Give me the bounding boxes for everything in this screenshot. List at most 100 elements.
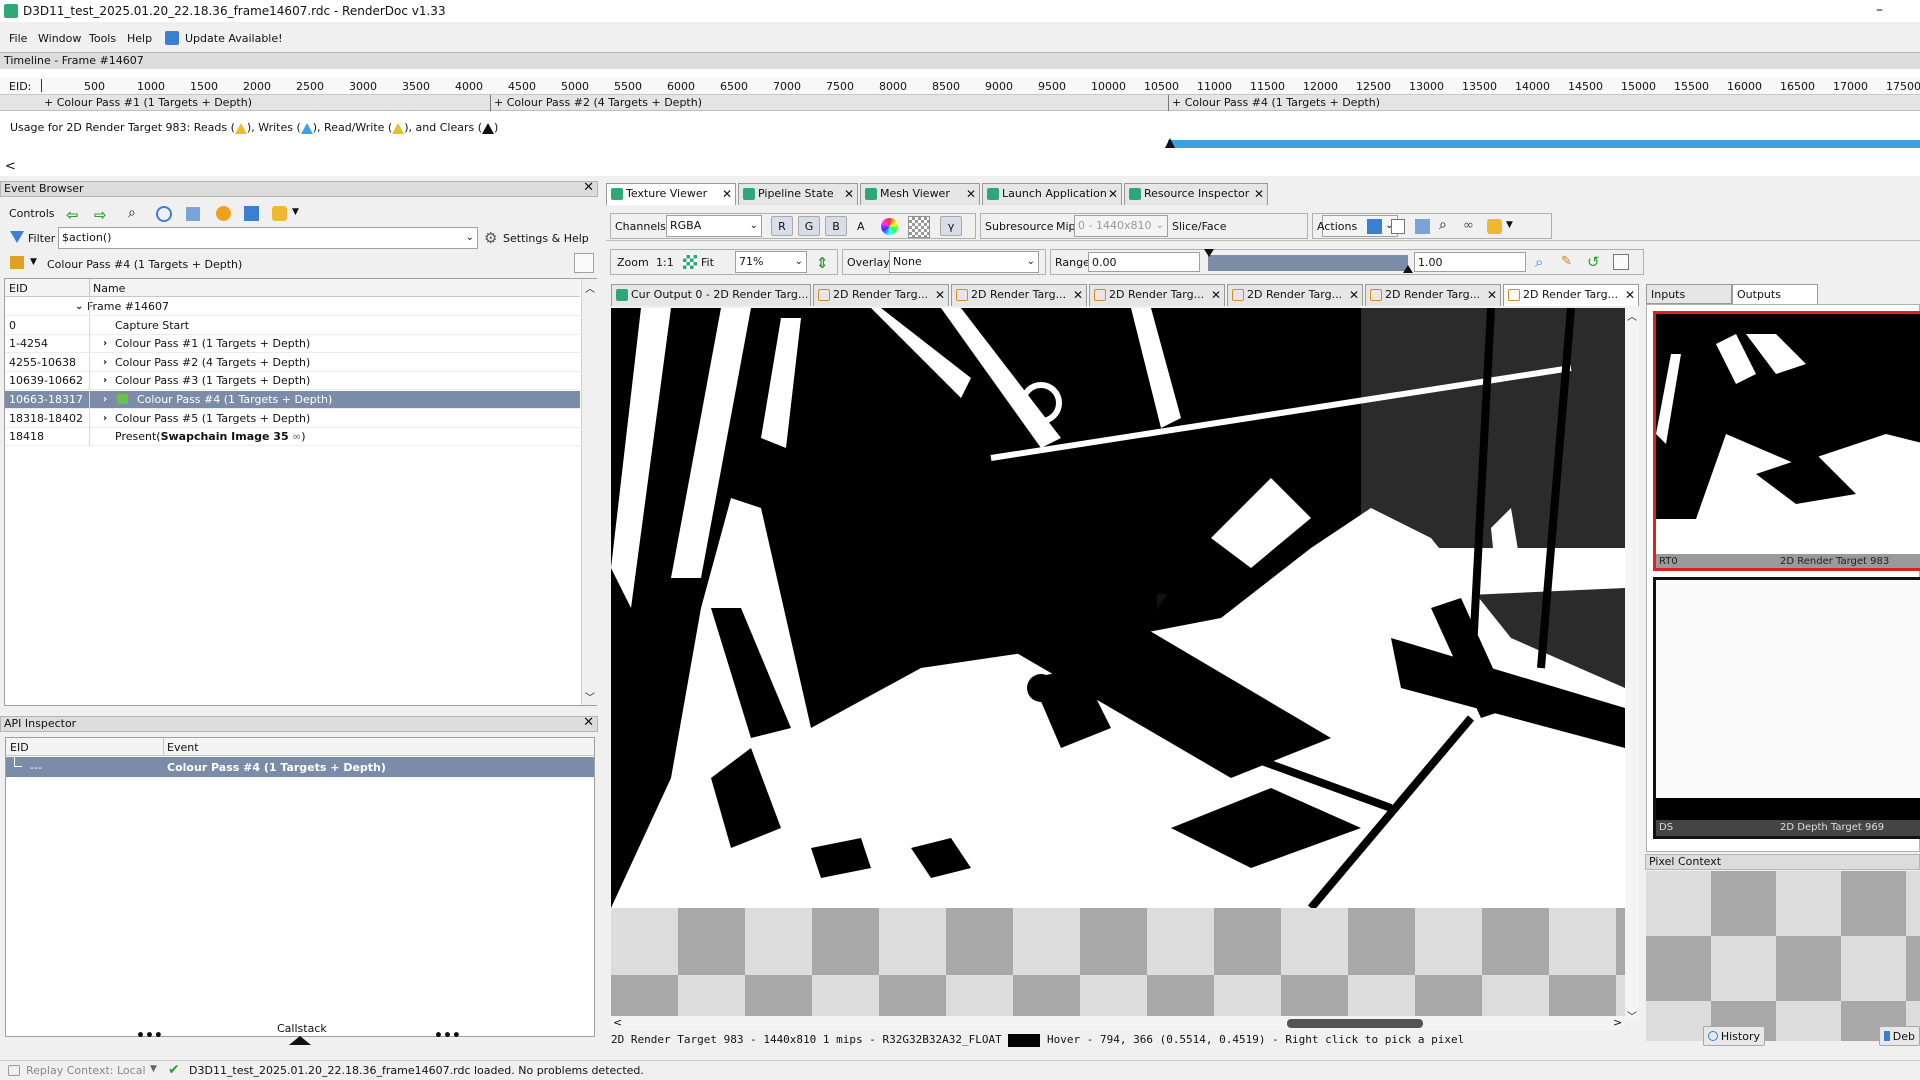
render-target-image[interactable] <box>611 308 1625 1022</box>
column-eid[interactable]: EID <box>10 741 29 754</box>
texture-vscrollbar[interactable]: ︿ ﹀ <box>1625 308 1639 1023</box>
scroll-right-icon[interactable]: > <box>1613 1016 1622 1029</box>
history-button[interactable]: History <box>1703 1026 1765 1046</box>
binoculars-icon[interactable]: ⌕ <box>1439 217 1447 233</box>
chevron-down-icon[interactable]: ▼ <box>150 1064 157 1074</box>
chart-icon[interactable] <box>186 207 200 221</box>
close-icon[interactable]: ✕ <box>966 184 976 204</box>
table-row[interactable]: 4255-10638 › Colour Pass #2 (4 Targets + D… <box>5 353 580 372</box>
settings-star-icon[interactable] <box>272 206 287 221</box>
tab-render-target[interactable]: 2D Render Targ... ✕ <box>951 284 1087 306</box>
output-thumbnail-ds[interactable]: DS 2D Depth Target 969 <box>1653 577 1920 839</box>
chevron-right-icon[interactable]: › <box>103 372 107 390</box>
link-icon[interactable]: ∞ <box>1463 218 1474 233</box>
more-right-button[interactable]: ••• <box>434 1028 461 1044</box>
tab-inputs[interactable]: Inputs <box>1646 284 1732 304</box>
settings-help-button[interactable]: Settings & Help <box>503 232 589 245</box>
usage-bar[interactable] <box>1168 140 1920 148</box>
flip-icon[interactable]: ⇕ <box>816 254 829 272</box>
scroll-left-icon[interactable]: < <box>613 1016 622 1029</box>
autofit-icon[interactable]: ✎ <box>1561 254 1572 269</box>
copy-icon[interactable] <box>1391 219 1405 234</box>
checkerboard-icon[interactable] <box>908 216 930 238</box>
range-slider[interactable] <box>1204 249 1413 273</box>
range-handle-max[interactable] <box>1403 265 1413 273</box>
column-name[interactable]: Name <box>93 282 125 295</box>
scroll-up-icon[interactable]: ︿ <box>585 280 595 295</box>
alpha-channel-toggle[interactable]: A <box>857 220 865 233</box>
tab-outputs[interactable]: Outputs <box>1732 284 1818 304</box>
tab-render-target[interactable]: 2D Render Targ... ✕ <box>813 284 949 306</box>
vertical-scrollbar[interactable]: ︿ ﹀ <box>581 279 597 705</box>
close-icon[interactable]: ✕ <box>1487 285 1497 305</box>
minimize-icon[interactable]: – <box>1876 2 1883 18</box>
debug-button[interactable]: Deb <box>1879 1026 1920 1046</box>
close-icon[interactable]: ✕ <box>1108 184 1118 204</box>
tab-render-target[interactable]: 2D Render Targ... ✕ <box>1503 284 1639 306</box>
fit-button[interactable]: Fit <box>701 256 714 269</box>
close-icon[interactable]: ✕ <box>583 181 594 195</box>
close-icon[interactable]: ✕ <box>1073 285 1083 305</box>
chevron-down-icon[interactable]: ▼ <box>292 207 299 217</box>
red-channel-toggle[interactable]: R <box>771 216 793 236</box>
close-icon[interactable]: ✕ <box>722 184 732 204</box>
table-row[interactable]: 18418 Present(Swapchain Image 35 ∞) <box>5 428 580 447</box>
timeline-ruler[interactable]: EID: 500 1000 1500 2000 2500 3000 3500 4000 4500… <box>0 77 1920 95</box>
more-left-button[interactable]: ••• <box>136 1028 163 1044</box>
clock-icon[interactable] <box>156 206 172 222</box>
table-row[interactable]: 1-4254 › Colour Pass #1 (1 Targets + Depth… <box>5 335 580 354</box>
update-available-link[interactable]: Update Available! <box>185 32 283 45</box>
edit-icon[interactable] <box>574 253 594 273</box>
chevron-down-icon[interactable]: ⌄ <box>466 228 474 248</box>
tab-launch-application[interactable]: Launch Application ✕ <box>982 183 1122 205</box>
tab-mesh-viewer[interactable]: Mesh Viewer ✕ <box>860 183 980 205</box>
filter-input[interactable]: $action() ⌄ <box>58 227 478 249</box>
timeline-pass-1[interactable]: + Colour Pass #1 (1 Targets + Depth) <box>44 96 252 109</box>
link-icon[interactable]: ∞ <box>289 430 301 443</box>
timeline-pass-2[interactable]: + Colour Pass #2 (4 Targets + Depth) <box>494 96 702 109</box>
zoom-select[interactable]: 71% ⌄ <box>735 251 807 273</box>
timeline-scroll-left[interactable]: < <box>5 159 16 174</box>
column-event[interactable]: Event <box>167 741 199 754</box>
table-row[interactable]: ⌄ Frame #14607 <box>5 298 580 316</box>
histogram-icon[interactable] <box>1613 254 1629 270</box>
close-icon[interactable]: ✕ <box>935 285 945 305</box>
close-icon[interactable]: ✕ <box>1625 285 1635 305</box>
timeline-pass-4[interactable]: + Colour Pass #4 (1 Targets + Depth) <box>1172 96 1380 109</box>
open-icon[interactable] <box>1415 219 1430 234</box>
tab-render-target[interactable]: 2D Render Targ... ✕ <box>1227 284 1363 306</box>
range-handle-min[interactable] <box>1204 249 1214 257</box>
chevron-down-icon[interactable]: ▼ <box>30 257 37 267</box>
mip-select[interactable]: 0 - 1440x810 ⌄ <box>1074 215 1168 237</box>
tab-texture-viewer[interactable]: Texture Viewer ✕ <box>606 183 736 205</box>
scroll-up-icon[interactable]: ︿ <box>1627 308 1637 323</box>
binoculars-icon[interactable]: ⌕ <box>128 205 136 221</box>
table-row[interactable]: 10639-10662 › Colour Pass #3 (1 Targets + … <box>5 372 580 391</box>
table-row[interactable]: 18318-18402 › Colour Pass #5 (1 Targets + … <box>5 409 580 428</box>
tab-pipeline-state[interactable]: Pipeline State ✕ <box>738 183 858 205</box>
color-wheel-icon[interactable] <box>881 218 898 235</box>
overlay-select[interactable]: None ⌄ <box>889 251 1039 273</box>
menu-tools[interactable]: Tools <box>89 32 116 45</box>
tab-current-output[interactable]: Cur Output 0 - 2D Render Targ... <box>611 284 811 306</box>
chevron-down-icon[interactable]: ⌄ <box>75 298 83 316</box>
tab-render-target[interactable]: 2D Render Targ... ✕ <box>1365 284 1501 306</box>
chevron-right-icon[interactable]: › <box>103 410 107 428</box>
tab-render-target[interactable]: 2D Render Targ... ✕ <box>1089 284 1225 306</box>
menu-help[interactable]: Help <box>127 32 152 45</box>
blue-channel-toggle[interactable]: B <box>825 216 847 236</box>
menu-window[interactable]: Window <box>38 32 81 45</box>
scroll-down-icon[interactable]: ﹀ <box>585 689 595 704</box>
texture-view[interactable] <box>611 308 1625 1022</box>
scroll-down-icon[interactable]: ﹀ <box>1627 1008 1637 1023</box>
chevron-down-icon[interactable]: ▼ <box>1506 220 1513 230</box>
close-icon[interactable]: ✕ <box>1349 285 1359 305</box>
close-icon[interactable]: ✕ <box>1211 285 1221 305</box>
column-eid[interactable]: EID <box>9 282 28 295</box>
replay-context-selector[interactable]: Replay Context: Local <box>26 1064 146 1077</box>
save-icon[interactable] <box>244 206 259 221</box>
save-icon[interactable] <box>1367 219 1382 234</box>
close-icon[interactable]: ✕ <box>1254 184 1264 204</box>
range-max-input[interactable]: 1.00 <box>1414 252 1526 272</box>
scroll-thumb[interactable] <box>1287 1019 1423 1028</box>
